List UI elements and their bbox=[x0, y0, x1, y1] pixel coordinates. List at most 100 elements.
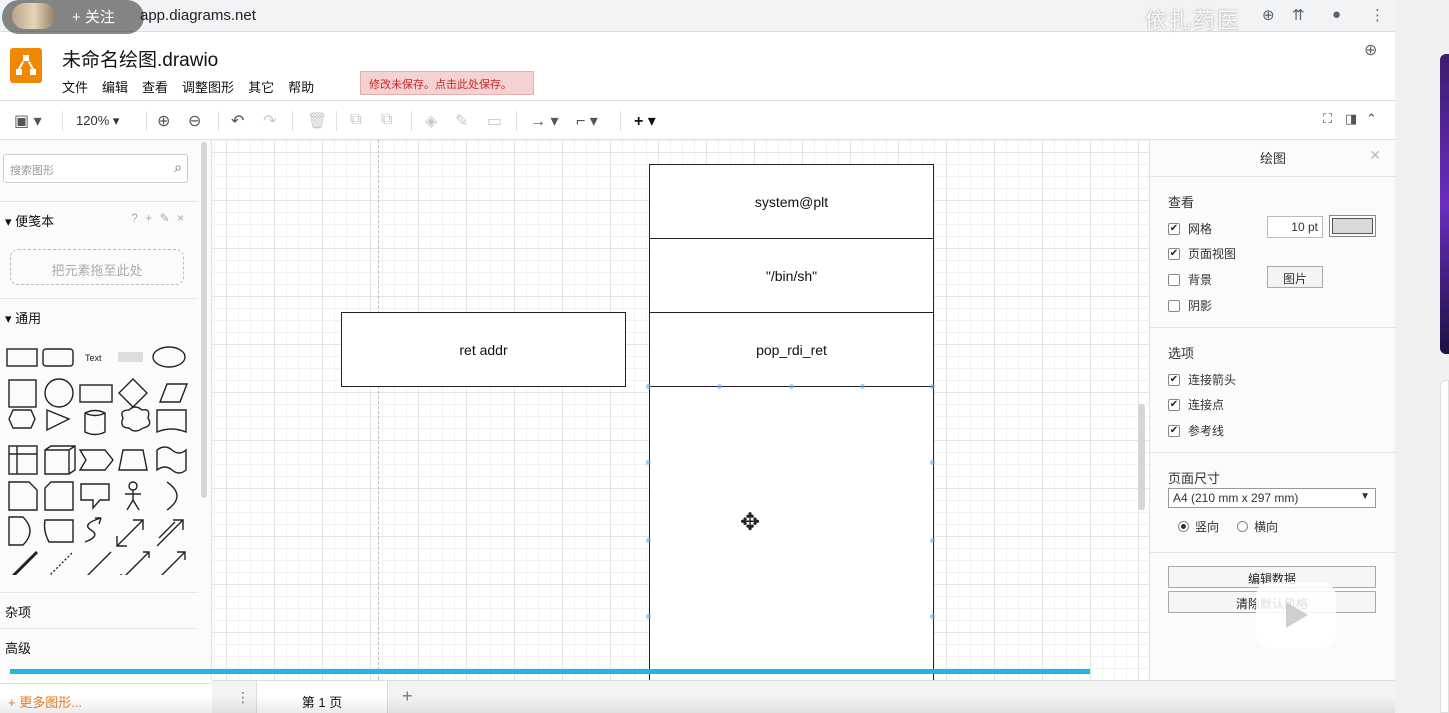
general-shapes-grid[interactable]: Text bbox=[5, 340, 195, 575]
menu-edit[interactable]: 编辑 bbox=[102, 77, 128, 96]
menu-help[interactable]: 帮助 bbox=[288, 77, 314, 96]
redo-icon[interactable]: ↷ bbox=[263, 111, 276, 131]
grid-option[interactable]: ✔ 网格 bbox=[1168, 220, 1212, 237]
page-view-checkbox[interactable]: ✔ bbox=[1168, 247, 1180, 260]
format-panel-title: 绘图 bbox=[1259, 151, 1286, 166]
close-icon[interactable]: ✕ bbox=[1369, 147, 1381, 164]
scratchpad-drop-zone[interactable]: 把元素拖至此处 bbox=[10, 249, 184, 285]
selection-handle[interactable] bbox=[646, 538, 651, 543]
follow-button[interactable]: + 关注 bbox=[72, 6, 115, 27]
fullscreen-icon[interactable]: ⛶ bbox=[1323, 111, 1332, 127]
format-panel-toggle-icon[interactable]: ▣ ▾ bbox=[14, 111, 42, 131]
search-input[interactable]: 搜索图形 ⌕ bbox=[3, 154, 188, 183]
language-globe-icon[interactable]: ⊕ bbox=[1364, 40, 1377, 60]
zoom-out-icon[interactable]: ⊖ bbox=[188, 111, 201, 131]
stack-cell-bin-sh[interactable]: "/bin/sh" bbox=[649, 238, 934, 313]
video-progress-bar[interactable] bbox=[10, 669, 1090, 674]
zoom-icon[interactable]: ⊕ bbox=[1262, 6, 1275, 24]
selection-handle[interactable] bbox=[646, 614, 651, 619]
undo-icon[interactable]: ↶ bbox=[231, 111, 244, 131]
connection-points-option[interactable]: ✔ 连接点 bbox=[1168, 396, 1224, 413]
textbox-shape bbox=[118, 352, 143, 362]
browser-menu-icon[interactable]: ⋮ bbox=[1370, 6, 1385, 24]
ret-addr-box[interactable]: ret addr bbox=[341, 312, 626, 387]
line-color-icon[interactable]: ✎ bbox=[455, 111, 468, 131]
guides-checkbox[interactable]: ✔ bbox=[1168, 424, 1180, 437]
scratchpad-tools[interactable]: ? + ✎ × bbox=[131, 211, 186, 225]
recommendation-thumbnail[interactable] bbox=[1440, 54, 1449, 354]
misc-label[interactable]: 杂项 bbox=[5, 602, 31, 621]
note-shape bbox=[8, 481, 38, 511]
insert-icon[interactable]: + ▾ bbox=[634, 111, 656, 131]
collapse-icon[interactable]: ⌃ bbox=[1366, 111, 1377, 127]
avatar[interactable] bbox=[12, 3, 56, 29]
connection-points-checkbox[interactable]: ✔ bbox=[1168, 398, 1180, 411]
selection-handle[interactable] bbox=[646, 460, 651, 465]
grid-checkbox[interactable]: ✔ bbox=[1168, 222, 1180, 235]
scratchpad-section[interactable]: ▾ 便笺本 ? + ✎ × bbox=[0, 201, 198, 231]
follow-overlay[interactable]: + 关注 bbox=[2, 0, 144, 34]
selection-handle[interactable] bbox=[789, 384, 794, 389]
shadow-option[interactable]: 阴影 bbox=[1168, 297, 1212, 314]
grid-color-swatch[interactable] bbox=[1329, 215, 1376, 237]
misc-section[interactable]: 杂项 bbox=[0, 592, 198, 622]
canvas-scrollbar[interactable] bbox=[1138, 404, 1145, 510]
connection-icon[interactable]: → ▾ bbox=[530, 111, 558, 131]
page-view-option[interactable]: ✔ 页面视图 bbox=[1168, 245, 1236, 262]
landscape-radio[interactable] bbox=[1237, 521, 1249, 532]
shadow-checkbox[interactable] bbox=[1168, 299, 1180, 312]
advanced-label[interactable]: 高级 bbox=[5, 638, 31, 657]
selection-handle[interactable] bbox=[717, 384, 722, 389]
bookmark-icon[interactable]: ⇈ bbox=[1292, 6, 1305, 24]
toolbar: ▣ ▾ 120% ▾ ⊕ ⊖ ↶ ↷ 🗑 ⧉ ⧉ ◈ ✎ ▭ → ▾ ⌐ ▾ +… bbox=[0, 100, 1395, 140]
selection-handle[interactable] bbox=[930, 384, 935, 389]
background-image-button[interactable]: 图片 bbox=[1267, 266, 1323, 288]
document-title[interactable]: 未命名绘图.drawio bbox=[62, 45, 218, 72]
advanced-section[interactable]: 高级 bbox=[0, 628, 198, 658]
format-panel-icon[interactable]: ◨ bbox=[1345, 111, 1357, 127]
internal-storage-shape bbox=[8, 445, 38, 475]
video-controls bbox=[0, 696, 1395, 713]
guides-option[interactable]: ✔ 参考线 bbox=[1168, 422, 1224, 439]
unsaved-notice[interactable]: 修改未保存。点击此处保存。 bbox=[360, 71, 534, 95]
menu-view[interactable]: 查看 bbox=[142, 77, 168, 96]
connection-arrows-option[interactable]: ✔ 连接箭头 bbox=[1168, 371, 1236, 388]
zoom-in-icon[interactable]: ⊕ bbox=[157, 111, 170, 131]
url-bar[interactable]: app.diagrams.net bbox=[140, 7, 256, 24]
page-size-select[interactable]: A4 (210 mm x 297 mm) ▼ bbox=[1168, 488, 1376, 508]
general-label[interactable]: ▾ 通用 bbox=[5, 308, 41, 327]
general-section[interactable]: ▾ 通用 bbox=[0, 298, 198, 328]
shadow-icon[interactable]: ▭ bbox=[487, 111, 502, 131]
menu-arrange[interactable]: 调整图形 bbox=[182, 77, 234, 96]
fill-color-icon[interactable]: ◈ bbox=[425, 111, 437, 131]
to-back-icon[interactable]: ⧉ bbox=[381, 111, 392, 129]
scratchpad-label[interactable]: ▾ 便笺本 bbox=[5, 211, 54, 230]
stack-cell-pop-rdi-ret[interactable]: pop_rdi_ret bbox=[649, 312, 934, 387]
search-icon[interactable]: ⌕ bbox=[174, 159, 182, 176]
zoom-select[interactable]: 120% ▾ bbox=[76, 113, 119, 129]
selection-handle[interactable] bbox=[646, 384, 651, 389]
menu-extras[interactable]: 其它 bbox=[248, 77, 274, 96]
selection-handle[interactable] bbox=[860, 384, 865, 389]
actor-shape bbox=[128, 481, 138, 491]
selection-handle[interactable] bbox=[930, 614, 935, 619]
selection-handle[interactable] bbox=[930, 460, 935, 465]
background-checkbox[interactable] bbox=[1168, 273, 1180, 286]
grid-size-input[interactable]: 10 pt bbox=[1267, 216, 1323, 238]
recommendation-card[interactable] bbox=[1440, 380, 1449, 713]
stack-cell-selected[interactable] bbox=[649, 386, 934, 680]
sidebar-scrollbar[interactable] bbox=[201, 142, 207, 498]
delete-icon[interactable]: 🗑 bbox=[307, 111, 327, 131]
play-button[interactable] bbox=[1256, 582, 1336, 648]
background-option[interactable]: 背景 bbox=[1168, 271, 1212, 288]
stack-cell-system-plt[interactable]: system@plt bbox=[649, 164, 934, 239]
profile-icon[interactable]: ● bbox=[1332, 6, 1341, 23]
view-header: 查看 bbox=[1168, 195, 1195, 210]
to-front-icon[interactable]: ⧉ bbox=[350, 111, 361, 129]
connection-arrows-checkbox[interactable]: ✔ bbox=[1168, 373, 1180, 386]
tape-shape bbox=[156, 446, 187, 474]
menu-file[interactable]: 文件 bbox=[62, 77, 88, 96]
portrait-radio[interactable] bbox=[1178, 521, 1189, 532]
waypoints-icon[interactable]: ⌐ ▾ bbox=[576, 111, 598, 131]
selection-handle[interactable] bbox=[930, 538, 935, 543]
